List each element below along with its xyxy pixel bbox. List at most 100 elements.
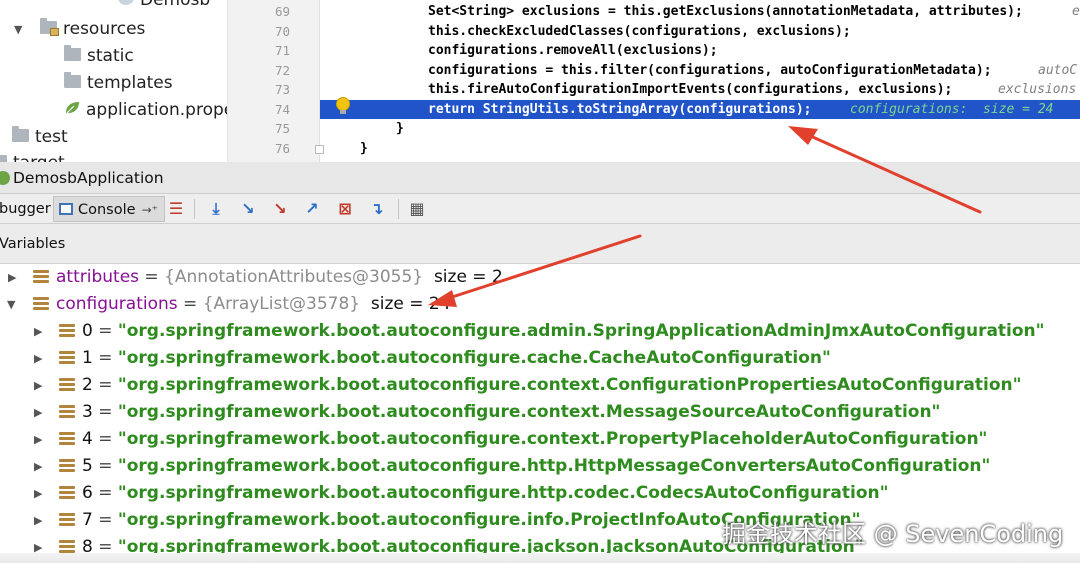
tree-item-target[interactable]: target	[0, 150, 65, 162]
tab-console-label: Console	[78, 202, 136, 218]
variables-title: Variables	[0, 236, 66, 252]
line-number: 74	[274, 101, 290, 117]
step-over-icon[interactable]: ⤓	[205, 198, 227, 220]
item-index: 0	[82, 321, 93, 341]
tree-item-application-properties[interactable]: application.prope	[64, 97, 228, 124]
fold-marker-icon[interactable]	[315, 145, 324, 154]
tree-item-static[interactable]: static	[64, 43, 134, 70]
clipped-next-row	[0, 553, 1080, 563]
expand-arrow-icon[interactable]: ▶	[8, 264, 16, 291]
line-number: 71	[274, 43, 290, 58]
list-item-row[interactable]: ▶ 0 = "org.springframework.boot.autoconf…	[0, 318, 1080, 345]
inline-value-hint: exclusions	[998, 82, 1077, 97]
resource-folder-icon	[40, 17, 59, 36]
debug-session-title[interactable]: DemosbApplication	[13, 162, 164, 194]
folder-icon	[64, 44, 81, 61]
collapse-arrow-icon[interactable]: ▼	[7, 291, 15, 318]
code-editor[interactable]: 69 70 71 72 73 74 75 76 Set<String> excl…	[228, 0, 1080, 162]
item-value: "org.springframework.boot.autoconfigure.…	[117, 348, 831, 368]
inline-value-hint: configurations: size = 24	[850, 101, 1054, 117]
expand-arrow-icon[interactable]: ▶	[34, 399, 42, 426]
code-text: this.fireAutoConfigurationImportEvents(c…	[428, 82, 953, 97]
element-stack-icon	[59, 459, 75, 474]
project-tree: Demosb ▼ resources static templates appl…	[0, 0, 228, 162]
expand-arrow-icon[interactable]: ▶	[34, 426, 42, 453]
item-index: 6	[82, 483, 93, 503]
variable-ref: {AnnotationAttributes@3055}	[164, 267, 424, 287]
watermark-text: 掘金技术社区 @ SevenCoding	[722, 520, 1064, 548]
list-item-row[interactable]: ▶ 5 = "org.springframework.boot.autoconf…	[0, 453, 1080, 480]
field-stack-icon	[33, 297, 49, 312]
element-stack-icon	[59, 486, 75, 501]
expand-arrow-icon[interactable]: ▶	[34, 507, 42, 534]
code-text: return StringUtils.toStringArray(configu…	[428, 101, 812, 117]
expand-arrow-icon[interactable]: ▼	[14, 16, 22, 43]
element-stack-icon	[59, 432, 75, 447]
console-icon	[59, 203, 73, 215]
force-step-into-icon[interactable]: ↘	[269, 198, 291, 220]
expand-arrow-icon[interactable]: ▶	[34, 453, 42, 480]
toolbar-separator	[194, 199, 195, 219]
element-stack-icon	[59, 351, 75, 366]
folder-icon	[0, 154, 7, 162]
code-text: configurations.removeAll(exclusions);	[428, 43, 718, 58]
variable-name: configurations	[56, 294, 178, 314]
code-line-70[interactable]: this.checkExcludedClasses(configurations…	[320, 22, 1080, 42]
code-line-74-current[interactable]: return StringUtils.toStringArray(configu…	[320, 99, 1080, 119]
code-line-71[interactable]: configurations.removeAll(exclusions);	[320, 41, 1080, 61]
code-line-73[interactable]: this.fireAutoConfigurationImportEvents(c…	[320, 80, 1080, 100]
tab-console[interactable]: Console →⁺	[53, 196, 165, 222]
tree-item-label: resources	[63, 19, 146, 39]
tab-debugger[interactable]: bugger	[0, 194, 56, 224]
list-item-row[interactable]: ▶ 1 = "org.springframework.boot.autoconf…	[0, 345, 1080, 372]
element-stack-icon	[59, 378, 75, 393]
code-line-72[interactable]: configurations = this.filter(configurati…	[320, 61, 1080, 81]
item-value: "org.springframework.boot.autoconfigure.…	[117, 456, 991, 476]
code-text: Set<String> exclusions = this.getExclusi…	[428, 4, 1023, 19]
expand-arrow-icon[interactable]: ▶	[34, 372, 42, 399]
expand-arrow-icon[interactable]: ▶	[34, 318, 42, 345]
step-into-icon[interactable]: ↘	[237, 198, 259, 220]
list-item-row[interactable]: ▶ 3 = "org.springframework.boot.autoconf…	[0, 399, 1080, 426]
drop-frame-icon[interactable]: ⊠	[334, 198, 356, 220]
code-line-69[interactable]: Set<String> exclusions = this.getExclusi…	[320, 2, 1080, 22]
tree-item-module[interactable]: Demosb	[118, 0, 210, 14]
tree-item-resources[interactable]: ▼ resources	[14, 16, 145, 43]
variable-row-attributes[interactable]: ▶ attributes = {AnnotationAttributes@305…	[0, 264, 1080, 291]
step-out-icon[interactable]: ↗	[301, 198, 323, 220]
variable-row-configurations[interactable]: ▼ configurations = {ArrayList@3578} size…	[0, 291, 1080, 318]
tree-item-test[interactable]: test	[12, 124, 68, 151]
list-item-row[interactable]: ▶ 4 = "org.springframework.boot.autoconf…	[0, 426, 1080, 453]
variable-size: size = 24	[370, 294, 451, 314]
show-execution-point-icon[interactable]: ☰	[165, 198, 187, 220]
item-index: 7	[82, 510, 93, 530]
inline-value-hint: autoC	[1038, 62, 1078, 78]
lightbulb-icon[interactable]	[336, 97, 350, 114]
variables-panel-header: Variables	[0, 224, 1080, 264]
run-to-cursor-icon[interactable]: ↴	[366, 198, 388, 220]
line-number: 76	[274, 140, 290, 156]
debug-tool-window-title: DemosbApplication	[0, 162, 1080, 194]
tree-item-label: templates	[87, 73, 173, 93]
tree-item-templates[interactable]: templates	[64, 70, 173, 97]
element-stack-icon	[59, 324, 75, 339]
item-index: 3	[82, 402, 93, 422]
tree-item-label: application.prope	[86, 100, 228, 120]
expand-arrow-icon[interactable]: ▶	[34, 345, 42, 372]
item-index: 2	[82, 375, 93, 395]
item-value: "org.springframework.boot.autoconfigure.…	[117, 375, 1022, 395]
element-stack-icon	[59, 513, 75, 528]
closing-brace: }	[360, 140, 368, 156]
module-icon	[118, 0, 134, 5]
item-value: "org.springframework.boot.autoconfigure.…	[117, 402, 941, 422]
expand-arrow-icon[interactable]: ▶	[34, 480, 42, 507]
tree-item-label: Demosb	[140, 0, 211, 10]
line-number: 70	[274, 23, 290, 39]
list-item-row[interactable]: ▶ 2 = "org.springframework.boot.autoconf…	[0, 372, 1080, 399]
line-number: 72	[274, 62, 290, 78]
list-item-row[interactable]: ▶ 6 = "org.springframework.boot.autoconf…	[0, 480, 1080, 507]
spring-app-icon	[0, 171, 10, 185]
evaluate-expression-icon[interactable]: ▦	[406, 198, 428, 220]
toolbar-separator	[398, 199, 399, 219]
tree-item-label: test	[35, 127, 68, 147]
